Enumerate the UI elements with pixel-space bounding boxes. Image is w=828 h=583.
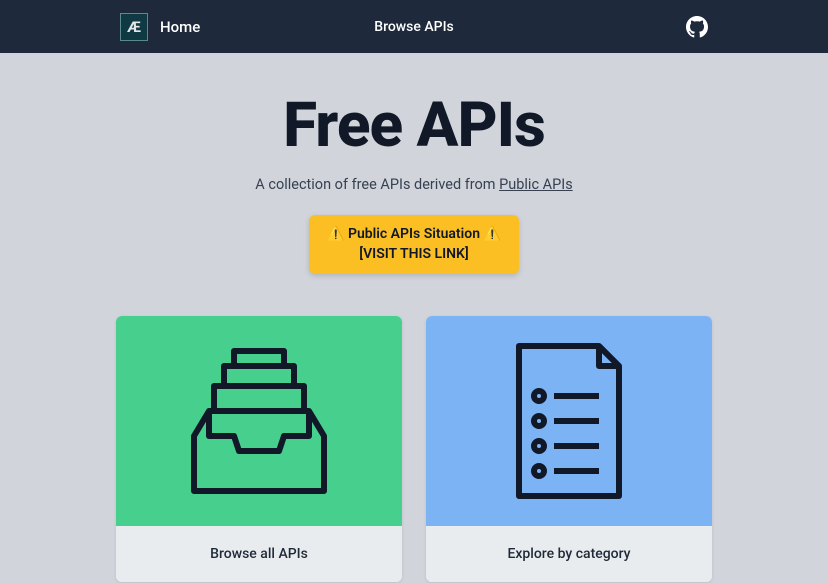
- page-title: Free APIs: [20, 89, 808, 162]
- logo[interactable]: Æ: [120, 13, 148, 41]
- archive-box-icon: [174, 336, 344, 506]
- card-label-category: Explore by category: [426, 526, 712, 582]
- nav-link-browse[interactable]: Browse APIs: [374, 19, 454, 35]
- situation-alert-button[interactable]: ⚠️ Public APIs Situation ⚠️ [VISIT THIS …: [309, 215, 519, 274]
- github-icon[interactable]: [686, 16, 708, 38]
- card-browse-all[interactable]: Browse all APIs: [116, 316, 402, 582]
- card-explore-category[interactable]: Explore by category: [426, 316, 712, 582]
- card-image-browse: [116, 316, 402, 526]
- document-list-icon: [504, 336, 634, 506]
- cards-container: Browse all APIs Explore by category: [0, 294, 828, 582]
- alert-line1: ⚠️ Public APIs Situation ⚠️: [327, 225, 501, 245]
- nav-right: [686, 16, 708, 38]
- public-apis-link[interactable]: Public APIs: [499, 176, 573, 193]
- card-label-browse: Browse all APIs: [116, 526, 402, 582]
- subtitle-text: A collection of free APIs derived from: [255, 176, 499, 193]
- hero: Free APIs A collection of free APIs deri…: [0, 53, 828, 294]
- nav-link-home[interactable]: Home: [160, 18, 200, 36]
- navbar: Æ Home Browse APIs: [0, 0, 828, 53]
- hero-subtitle: A collection of free APIs derived from P…: [20, 176, 808, 193]
- alert-line2: [VISIT THIS LINK]: [327, 245, 501, 265]
- card-image-category: [426, 316, 712, 526]
- nav-left: Æ Home: [120, 13, 200, 41]
